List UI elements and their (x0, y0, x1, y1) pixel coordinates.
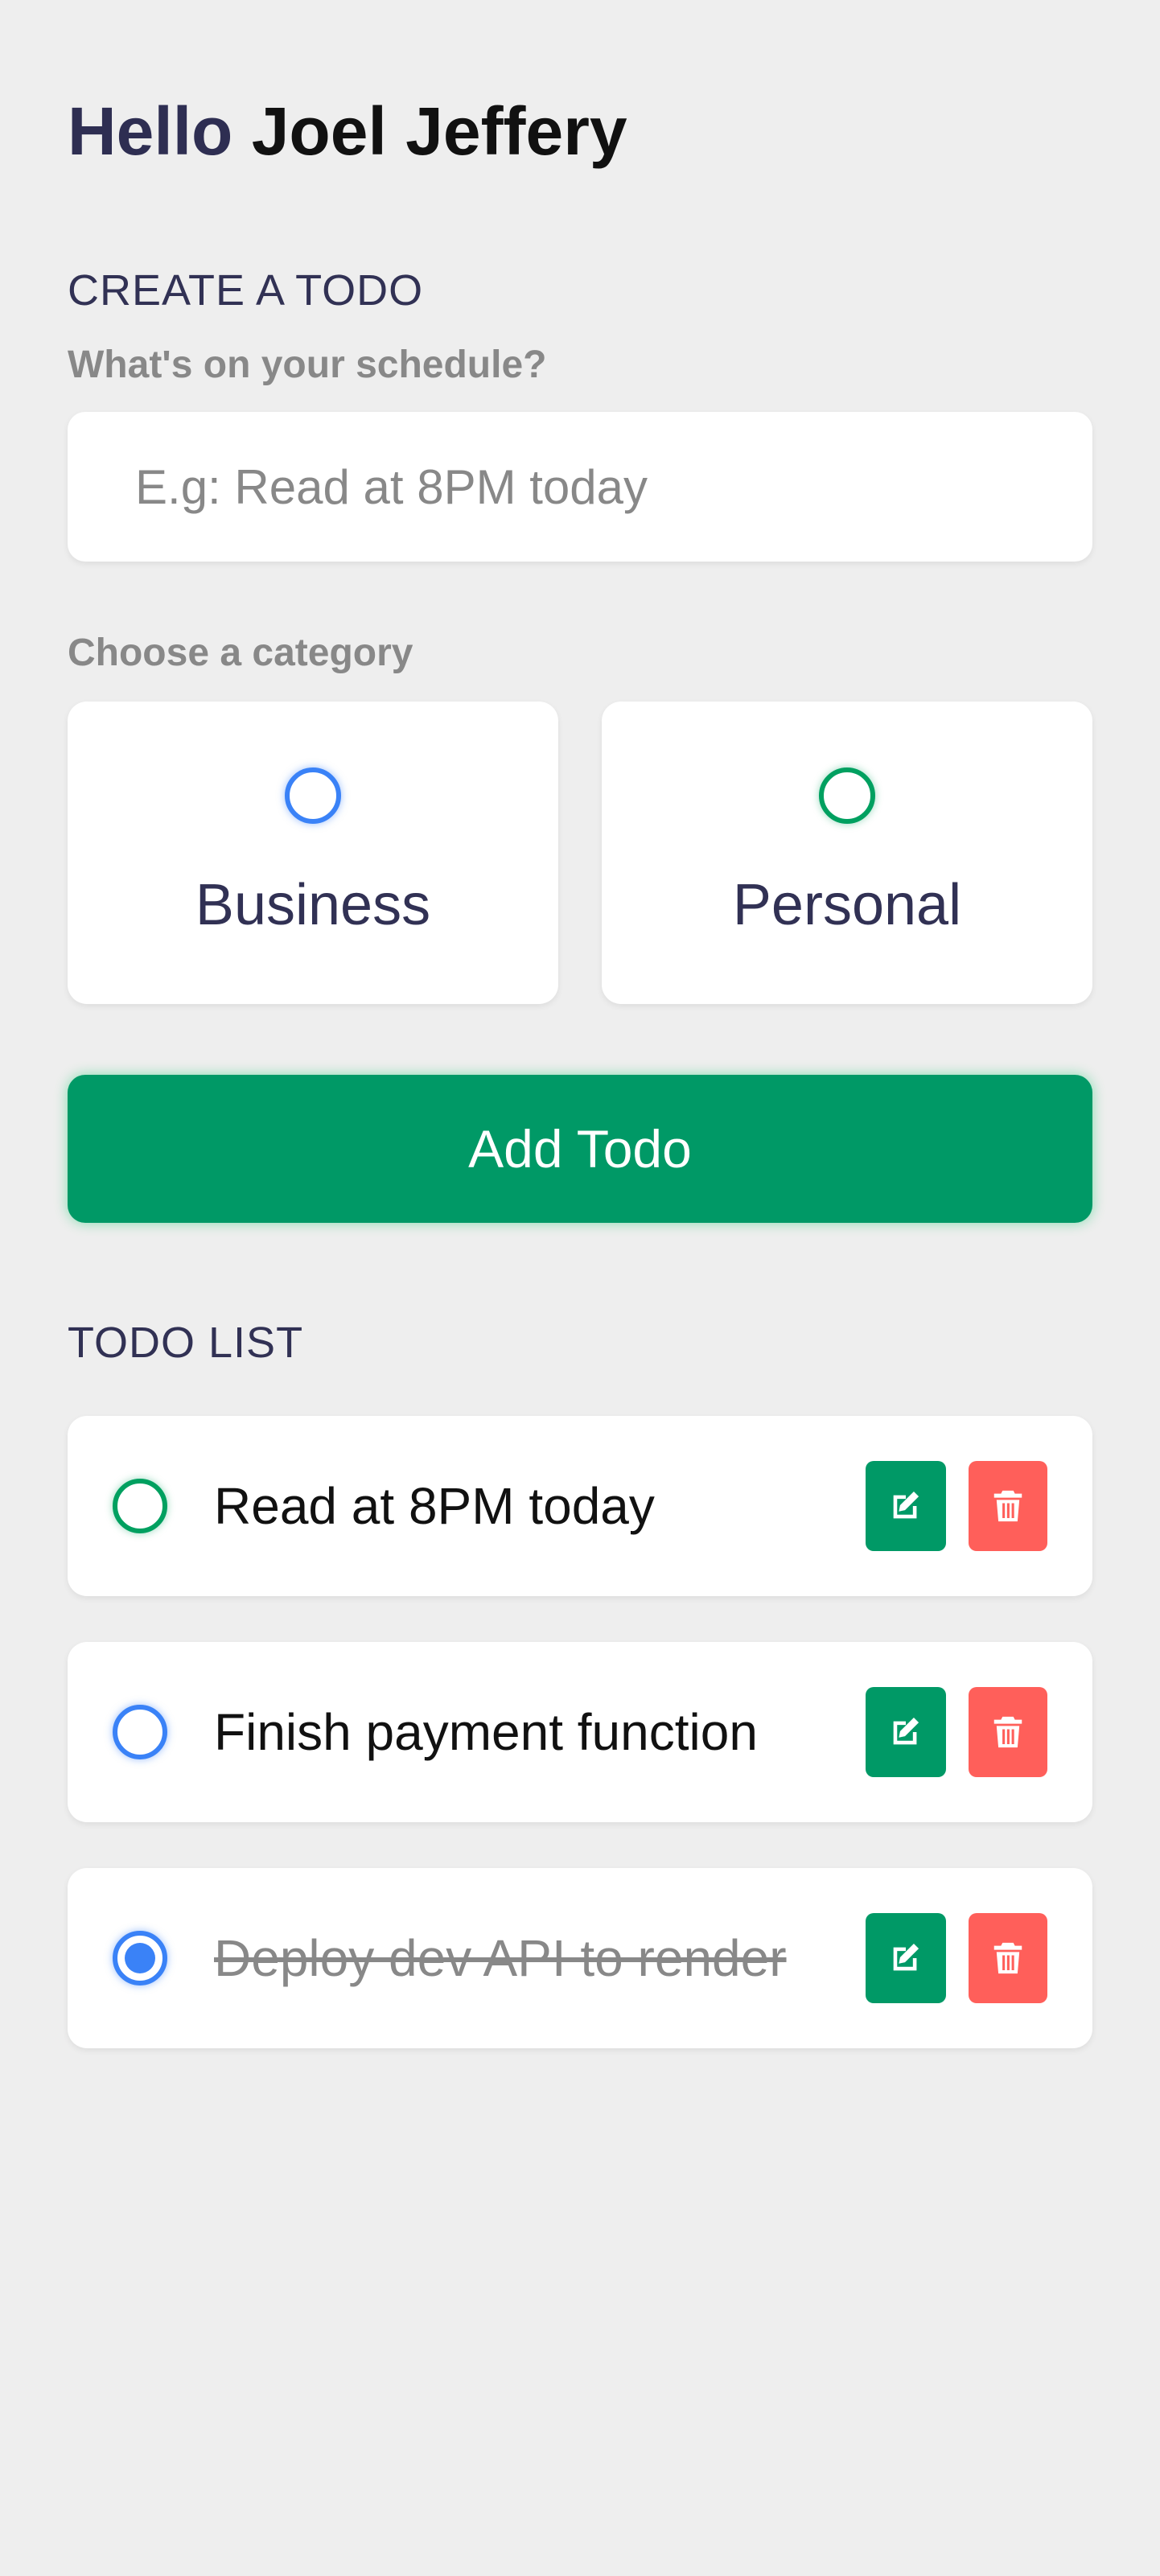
greeting-heading: Hello Joel Jeffery (68, 87, 627, 175)
edit-button[interactable] (866, 1687, 946, 1777)
todo-input-container (68, 412, 1092, 562)
todo-text: Finish payment function (214, 1703, 758, 1761)
delete-button[interactable] (969, 1913, 1047, 2003)
todo-text-completed: Deploy dev API to render (214, 1929, 787, 1987)
edit-button[interactable] (866, 1913, 946, 2003)
todo-item: Finish payment function (68, 1642, 1092, 1822)
edit-button[interactable] (866, 1461, 946, 1551)
pencil-square-icon (893, 1717, 919, 1745)
greeting-username: Joel Jeffery (251, 93, 627, 169)
category-options: Business Personal (68, 702, 1092, 1004)
trash-icon (993, 1490, 1022, 1522)
pencil-square-icon (893, 1943, 919, 1971)
create-todo-title: CREATE A TODO (68, 266, 424, 315)
todo-input[interactable] (68, 412, 1092, 562)
greeting-hello: Hello (68, 93, 233, 169)
category-label-business: Business (195, 873, 431, 937)
add-todo-button[interactable]: Add Todo (68, 1075, 1092, 1223)
delete-button[interactable] (969, 1687, 1047, 1777)
todo-item: Deploy dev API to render (68, 1868, 1092, 2048)
category-label: Choose a category (68, 632, 413, 674)
todo-checkbox[interactable] (113, 1479, 167, 1533)
pencil-square-icon (893, 1491, 919, 1519)
trash-icon (993, 1716, 1022, 1748)
personal-radio-icon[interactable] (819, 767, 875, 824)
category-option-business[interactable]: Business (68, 702, 558, 1004)
todo-checkbox-checked[interactable] (113, 1931, 167, 1985)
category-option-personal[interactable]: Personal (602, 702, 1092, 1004)
schedule-question-label: What's on your schedule? (68, 344, 547, 386)
category-label-personal: Personal (732, 873, 962, 937)
todo-text: Read at 8PM today (214, 1477, 655, 1535)
trash-icon (993, 1942, 1022, 1974)
todo-item: Read at 8PM today (68, 1416, 1092, 1596)
todo-list-title: TODO LIST (68, 1319, 304, 1367)
delete-button[interactable] (969, 1461, 1047, 1551)
todo-checkbox[interactable] (113, 1705, 167, 1759)
checked-dot-icon (125, 1943, 155, 1973)
business-radio-icon[interactable] (285, 767, 341, 824)
